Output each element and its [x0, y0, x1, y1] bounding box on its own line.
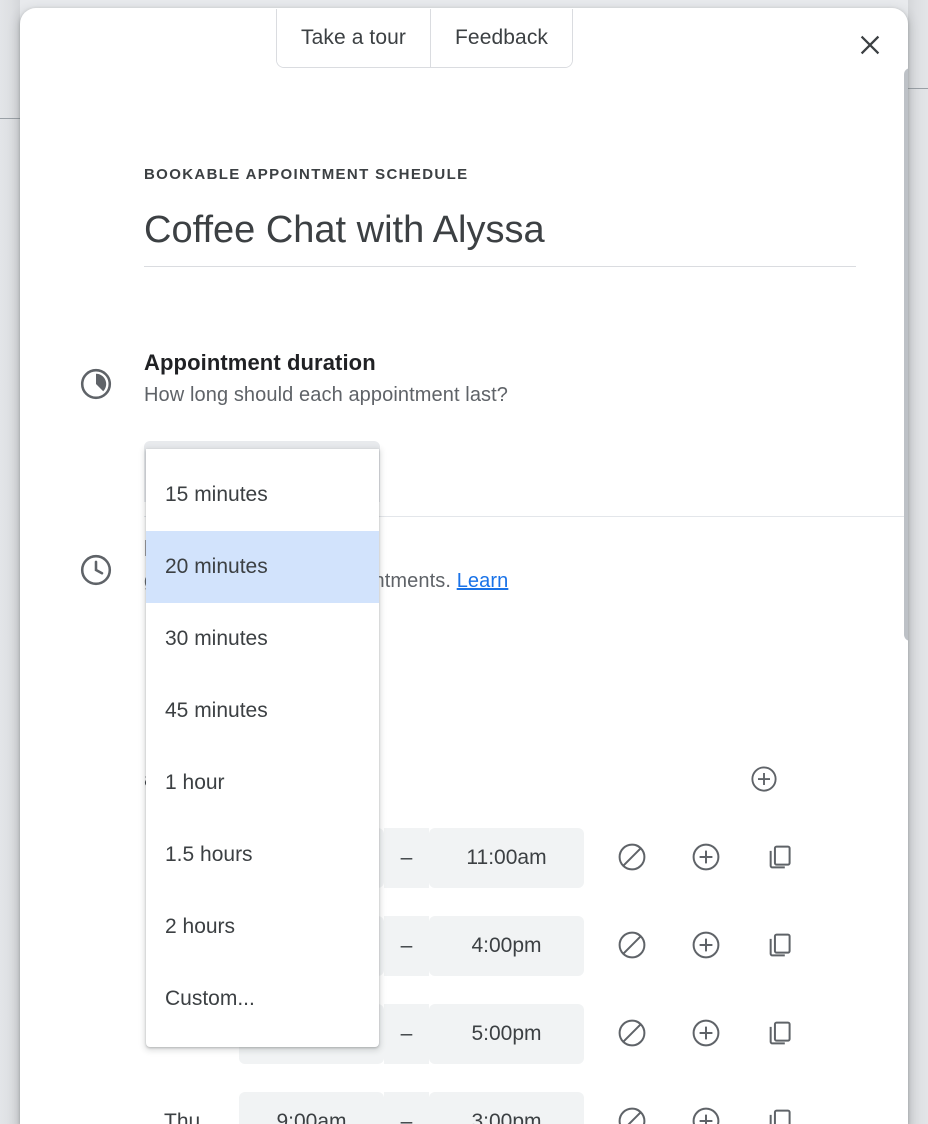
end-time-chip[interactable]: 5:00pm	[429, 1004, 584, 1064]
row-day-label: Thu	[164, 1110, 201, 1124]
time-range-dash: –	[384, 1004, 429, 1064]
add-availability-button[interactable]	[744, 760, 784, 800]
duration-option-2[interactable]: 30 minutes	[146, 603, 379, 675]
start-time-chip[interactable]: 9:00am	[239, 1092, 384, 1124]
block-icon	[616, 1017, 648, 1052]
eyebrow-label: BOOKABLE APPOINTMENT SCHEDULE	[144, 166, 469, 183]
background-divider-left	[0, 118, 20, 119]
availability-icon-wrapper	[78, 552, 122, 593]
duration-option-0[interactable]: 15 minutes	[146, 459, 379, 531]
duration-option-5[interactable]: 1.5 hours	[146, 819, 379, 891]
feedback-button[interactable]: Feedback	[430, 9, 573, 67]
duplicate-icon	[764, 1017, 796, 1052]
end-time-chip[interactable]: 4:00pm	[429, 916, 584, 976]
duration-option-1[interactable]: 20 minutes	[146, 531, 379, 603]
vertical-scrollbar-thumb[interactable]	[904, 68, 908, 641]
timer-icon	[78, 368, 114, 406]
table-row: Thu 9:00am –3:00pm	[144, 1092, 864, 1124]
duration-icon-wrapper	[78, 366, 122, 407]
schedule-title-input[interactable]	[144, 208, 856, 266]
close-button[interactable]	[853, 29, 887, 63]
block-icon	[616, 929, 648, 964]
end-time-chip[interactable]: 3:00pm	[429, 1092, 584, 1124]
duplicate-icon	[764, 1105, 796, 1124]
time-range-dash: –	[384, 916, 429, 976]
plus-circle-icon	[749, 764, 779, 797]
block-icon	[616, 841, 648, 876]
dialog-header: Take a tour Feedback	[20, 8, 908, 68]
end-time-chip[interactable]: 11:00am	[429, 828, 584, 888]
background-right-panel	[908, 0, 928, 1124]
clock-icon	[78, 554, 114, 592]
duration-section-title: Appointment duration	[144, 350, 376, 375]
plus-circle-icon	[690, 1017, 722, 1052]
time-range-dash: –	[384, 828, 429, 888]
duplicate-button[interactable]	[762, 840, 798, 876]
plus-circle-button[interactable]	[688, 1104, 724, 1124]
plus-circle-button[interactable]	[688, 840, 724, 876]
block-icon	[616, 1105, 648, 1124]
title-field-wrapper	[144, 208, 856, 267]
vertical-scrollbar-track[interactable]	[904, 68, 908, 1124]
block-button[interactable]	[614, 840, 650, 876]
plus-circle-button[interactable]	[688, 928, 724, 964]
header-button-group: Take a tour Feedback	[276, 9, 574, 68]
row-actions	[614, 840, 798, 876]
duration-option-6[interactable]: 2 hours	[146, 891, 379, 963]
row-actions	[614, 1016, 798, 1052]
block-button[interactable]	[614, 1104, 650, 1124]
learn-more-link[interactable]: Learn	[457, 570, 509, 592]
duplicate-button[interactable]	[762, 1016, 798, 1052]
duplicate-button[interactable]	[762, 928, 798, 964]
plus-circle-button[interactable]	[688, 1016, 724, 1052]
duration-dropdown-menu: 15 minutes 20 minutes 30 minutes 45 minutes…	[146, 449, 379, 1047]
duplicate-icon	[764, 841, 796, 876]
plus-circle-icon	[690, 1105, 722, 1124]
plus-circle-icon	[690, 929, 722, 964]
duration-option-3[interactable]: 45 minutes	[146, 675, 379, 747]
duplicate-button[interactable]	[762, 1104, 798, 1124]
duration-section-subtitle: How long should each appointment last?	[144, 384, 509, 406]
appointment-duration-section: Appointment duration How long should eac…	[144, 350, 844, 407]
duration-option-4[interactable]: 1 hour	[146, 747, 379, 819]
row-actions	[614, 928, 798, 964]
duration-option-7[interactable]: Custom...	[146, 963, 379, 1035]
appointment-schedule-dialog: Take a tour Feedback BOOKABLE APPOINTMEN…	[20, 8, 908, 1124]
row-actions	[614, 1104, 798, 1124]
take-a-tour-button[interactable]: Take a tour	[277, 9, 430, 67]
plus-circle-icon	[690, 841, 722, 876]
close-icon	[857, 32, 883, 61]
block-button[interactable]	[614, 1016, 650, 1052]
time-range-dash: –	[384, 1092, 429, 1124]
block-button[interactable]	[614, 928, 650, 964]
title-underline	[144, 265, 856, 267]
background-divider-right	[908, 88, 928, 89]
duplicate-icon	[764, 929, 796, 964]
background-left-panel	[0, 0, 20, 1124]
